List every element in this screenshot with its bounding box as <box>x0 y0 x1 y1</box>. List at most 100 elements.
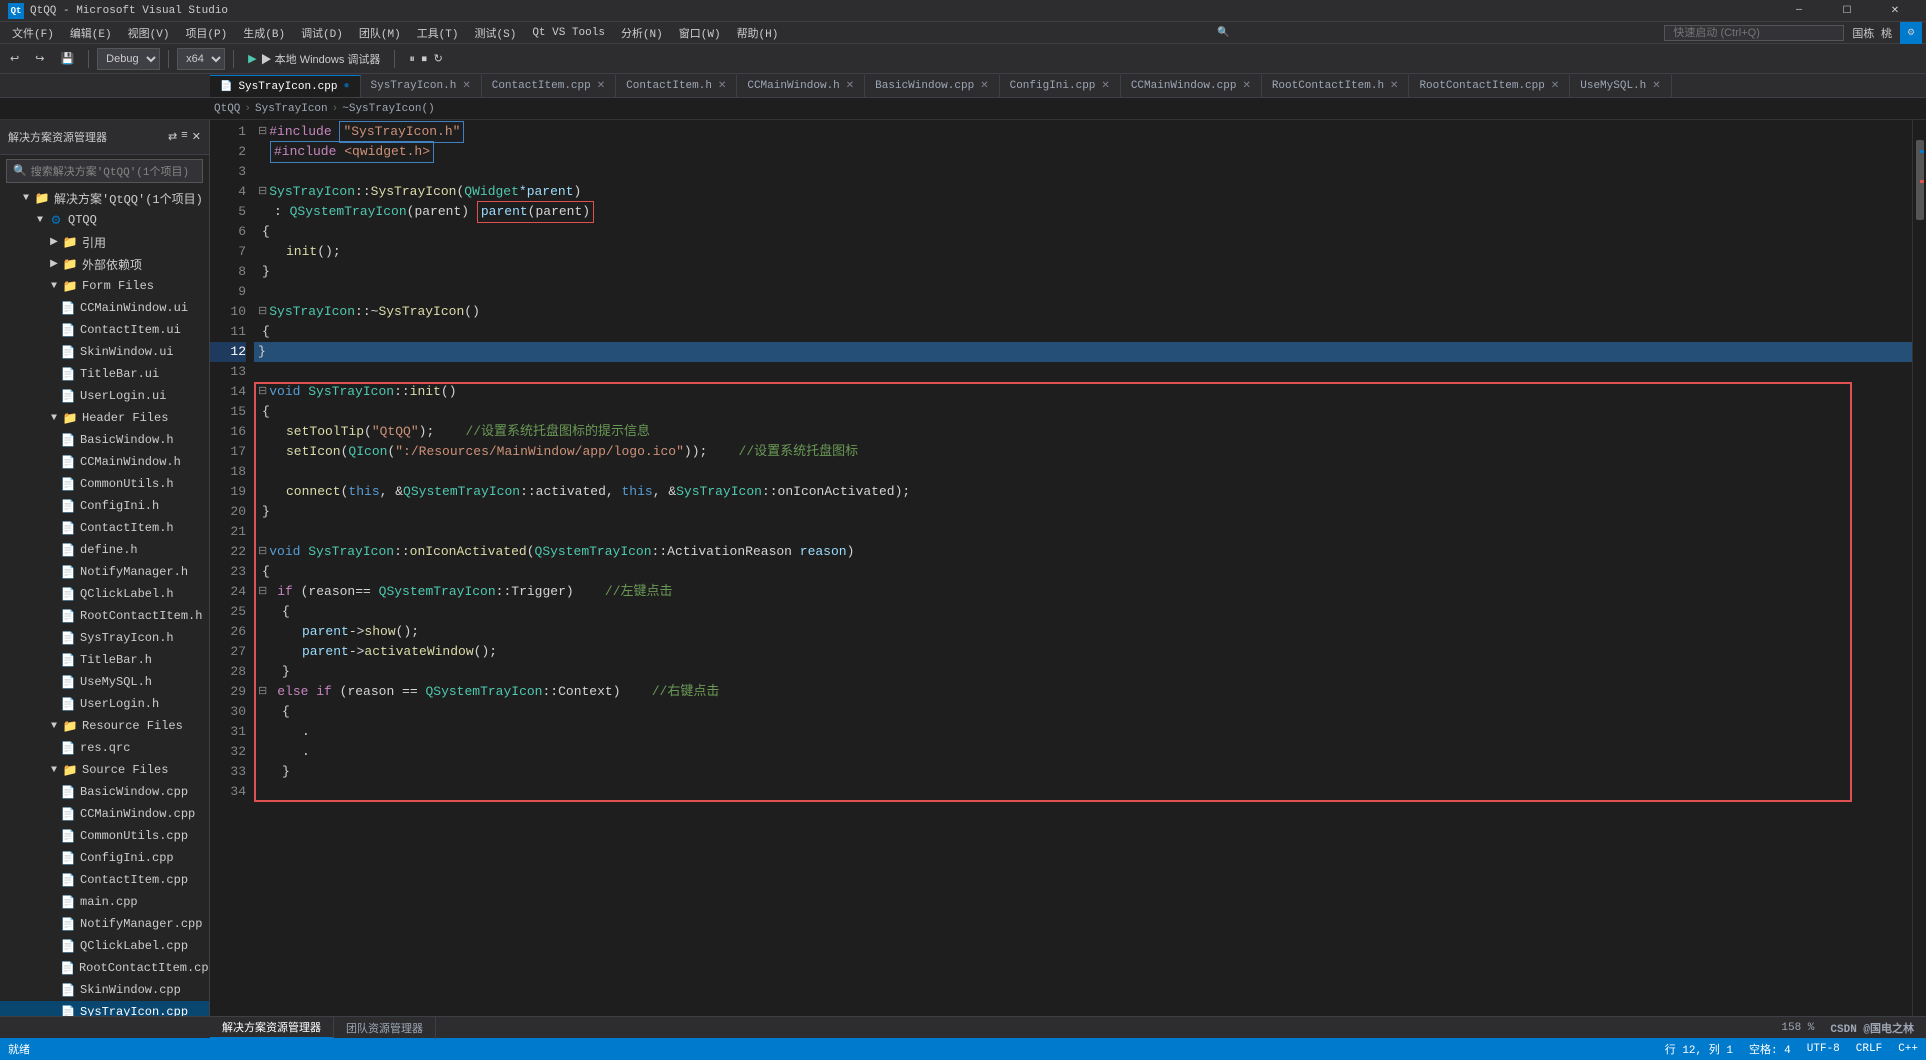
tab-close-btn[interactable]: ✕ <box>980 80 988 92</box>
sidebar-item-systrayicon-h[interactable]: 📄 SysTrayIcon.h <box>0 627 209 649</box>
tab-systrayicon-cpp[interactable]: 📄 SysTrayIcon.cpp ● <box>210 75 361 97</box>
menu-window[interactable]: 窗口(W) <box>671 22 729 44</box>
fold-marker[interactable]: ⊟ <box>258 542 267 562</box>
sidebar-close-btn[interactable]: ✕ <box>192 130 201 144</box>
sidebar-search-box[interactable]: 🔍 搜索解决方案'QtQQ'(1个项目) <box>6 159 203 183</box>
minimize-button[interactable]: — <box>1776 0 1822 22</box>
breadcrumb-project[interactable]: QtQQ <box>210 103 244 115</box>
code-editor[interactable]: ⊟ #include "SysTrayIcon.h" #include <qwi… <box>254 120 1912 1016</box>
sidebar-item-commonutils-cpp[interactable]: 📄 CommonUtils.cpp <box>0 825 209 847</box>
sidebar-item-res-qrc[interactable]: 📄 res.qrc <box>0 737 209 759</box>
sidebar-item-main-cpp[interactable]: 📄 main.cpp <box>0 891 209 913</box>
sidebar-item-qclicklabel-h[interactable]: 📄 QClickLabel.h <box>0 583 209 605</box>
tab-close-btn[interactable]: ✕ <box>1652 80 1660 92</box>
sidebar-item-titlebar-ui[interactable]: 📄 TitleBar.ui <box>0 363 209 385</box>
sidebar-item-commonutils-h[interactable]: 📄 CommonUtils.h <box>0 473 209 495</box>
sidebar-item-configini-h[interactable]: 📄 ConfigIni.h <box>0 495 209 517</box>
sidebar-item-skinwindow-cpp[interactable]: 📄 SkinWindow.cpp <box>0 979 209 1001</box>
sidebar-item-rootcontactitem-h[interactable]: 📄 RootContactItem.h <box>0 605 209 627</box>
tab-usemysql-h[interactable]: UseMySQL.h ✕ <box>1570 75 1671 97</box>
tab-close-btn[interactable]: ✕ <box>1551 80 1559 92</box>
menu-tools[interactable]: 工具(T) <box>409 22 467 44</box>
menu-qtvs[interactable]: Qt VS Tools <box>524 22 613 44</box>
sidebar-item-systrayicon-cpp[interactable]: 📄 SysTrayIcon.cpp <box>0 1001 209 1016</box>
sidebar-item-contactitem-cpp[interactable]: 📄 ContactItem.cpp <box>0 869 209 891</box>
menu-test[interactable]: 测试(S) <box>467 22 525 44</box>
sidebar-item-basicwindow-h[interactable]: 📄 BasicWindow.h <box>0 429 209 451</box>
close-button[interactable]: ✕ <box>1872 0 1918 22</box>
breadcrumb-member[interactable]: ~SysTrayIcon() <box>338 103 438 115</box>
fold-marker[interactable]: ⊟ <box>258 682 267 702</box>
menu-debug[interactable]: 调试(D) <box>293 22 351 44</box>
tab-configini-cpp[interactable]: ConfigIni.cpp ✕ <box>1000 75 1121 97</box>
tab-close-btn[interactable]: ✕ <box>1390 80 1398 92</box>
breadcrumb-file[interactable]: SysTrayIcon <box>251 103 332 115</box>
tab-ccmainwindow-cpp[interactable]: CCMainWindow.cpp ✕ <box>1121 75 1262 97</box>
sidebar-item-userlogin-ui[interactable]: 📄 UserLogin.ui <box>0 385 209 407</box>
tab-rootcontactitem-h[interactable]: RootContactItem.h ✕ <box>1262 75 1410 97</box>
platform-select[interactable]: x64 <box>177 48 225 70</box>
fold-marker[interactable]: ⊟ <box>258 182 267 202</box>
debug-mode-select[interactable]: Debug <box>97 48 160 70</box>
fold-marker[interactable]: ⊟ <box>258 122 267 142</box>
sidebar-item-notifymanager-h[interactable]: 📄 NotifyManager.h <box>0 561 209 583</box>
quick-search-input[interactable] <box>1664 25 1844 41</box>
tab-contactitem-cpp[interactable]: ContactItem.cpp ✕ <box>482 75 616 97</box>
tab-close-btn[interactable]: ✕ <box>1242 80 1250 92</box>
sidebar-item-references[interactable]: ▶ 📁 引用 <box>0 231 209 253</box>
menu-team[interactable]: 团队(M) <box>351 22 409 44</box>
toolbar-extra[interactable]: ⏸ ⏹ ↻ <box>403 47 448 71</box>
sidebar-item-notifymanager-cpp[interactable]: 📄 NotifyManager.cpp <box>0 913 209 935</box>
sidebar-item-ccmainwindow-ui[interactable]: 📄 CCMainWindow.ui <box>0 297 209 319</box>
run-debugger-button[interactable]: ▶ ▶ 本地 Windows 调试器 <box>242 49 386 69</box>
sidebar-item-ccmainwindow-cpp[interactable]: 📄 CCMainWindow.cpp <box>0 803 209 825</box>
menu-project[interactable]: 项目(P) <box>177 22 235 44</box>
toolbar-redo[interactable]: ↪ <box>29 47 50 71</box>
menu-build[interactable]: 生成(B) <box>235 22 293 44</box>
menu-file[interactable]: 文件(F) <box>4 22 62 44</box>
code-area[interactable]: 1 2 3 4 5 6 7 8 9 10 11 12 13 14 15 16 1… <box>210 120 1926 1016</box>
sidebar-item-titlebar-h[interactable]: 📄 TitleBar.h <box>0 649 209 671</box>
sidebar-item-usemysql-h[interactable]: 📄 UseMySQL.h <box>0 671 209 693</box>
sidebar-item-qclicklabel-cpp[interactable]: 📄 QClickLabel.cpp <box>0 935 209 957</box>
sidebar-item-contactitem-ui[interactable]: 📄 ContactItem.ui <box>0 319 209 341</box>
tab-rootcontactitem-cpp[interactable]: RootContactItem.cpp ✕ <box>1409 75 1570 97</box>
maximize-button[interactable]: ☐ <box>1824 0 1870 22</box>
menu-help[interactable]: 帮助(H) <box>729 22 787 44</box>
menu-view[interactable]: 视图(V) <box>120 22 178 44</box>
tab-solution-explorer[interactable]: 解决方案资源管理器 <box>210 1017 334 1039</box>
tab-systrayicon-h[interactable]: SysTrayIcon.h ✕ <box>361 75 482 97</box>
sidebar-item-skinwindow-ui[interactable]: 📄 SkinWindow.ui <box>0 341 209 363</box>
tab-modified-indicator[interactable]: ● <box>343 81 349 92</box>
tab-close-btn[interactable]: ✕ <box>462 80 470 92</box>
sidebar-item-solution[interactable]: ▼ 📁 解决方案'QtQQ'(1个项目) <box>0 187 209 209</box>
tab-ccmainwindow-h[interactable]: CCMainWindow.h ✕ <box>737 75 865 97</box>
sidebar-item-userlogin-h[interactable]: 📄 UserLogin.h <box>0 693 209 715</box>
tab-contactitem-h[interactable]: ContactItem.h ✕ <box>616 75 737 97</box>
sidebar-properties-btn[interactable]: ≡ <box>181 130 188 144</box>
toolbar-undo[interactable]: ↩ <box>4 47 25 71</box>
sidebar-item-define-h[interactable]: 📄 define.h <box>0 539 209 561</box>
tab-basicwindow-cpp[interactable]: BasicWindow.cpp ✕ <box>865 75 999 97</box>
editor-scrollbar[interactable] <box>1912 120 1926 1016</box>
sidebar-item-resource-files[interactable]: ▼ 📁 Resource Files <box>0 715 209 737</box>
fold-marker[interactable]: ⊟ <box>258 382 267 402</box>
tab-close-btn[interactable]: ✕ <box>597 80 605 92</box>
fold-marker[interactable]: ⊟ <box>258 582 267 602</box>
sidebar-item-basicwindow-cpp[interactable]: 📄 BasicWindow.cpp <box>0 781 209 803</box>
sidebar-item-configini-cpp[interactable]: 📄 ConfigIni.cpp <box>0 847 209 869</box>
tab-close-btn[interactable]: ✕ <box>846 80 854 92</box>
toolbar-save[interactable]: 💾 <box>54 47 80 71</box>
sidebar-item-rootcontactitem-cpp[interactable]: 📄 RootContactItem.cpp <box>0 957 209 979</box>
sidebar-item-form-files[interactable]: ▼ 📁 Form Files <box>0 275 209 297</box>
sidebar-item-ccmainwindow-h[interactable]: 📄 CCMainWindow.h <box>0 451 209 473</box>
tab-close-btn[interactable]: ✕ <box>1101 80 1109 92</box>
fold-marker[interactable]: ⊟ <box>258 302 267 322</box>
sidebar-item-header-files[interactable]: ▼ 📁 Header Files <box>0 407 209 429</box>
tab-team-explorer[interactable]: 团队资源管理器 <box>334 1017 436 1039</box>
sidebar-item-source-files[interactable]: ▼ 📁 Source Files <box>0 759 209 781</box>
tab-close-btn[interactable]: ✕ <box>718 80 726 92</box>
menu-edit[interactable]: 编辑(E) <box>62 22 120 44</box>
menu-analyze[interactable]: 分析(N) <box>613 22 671 44</box>
sidebar-item-contactitem-h[interactable]: 📄 ContactItem.h <box>0 517 209 539</box>
